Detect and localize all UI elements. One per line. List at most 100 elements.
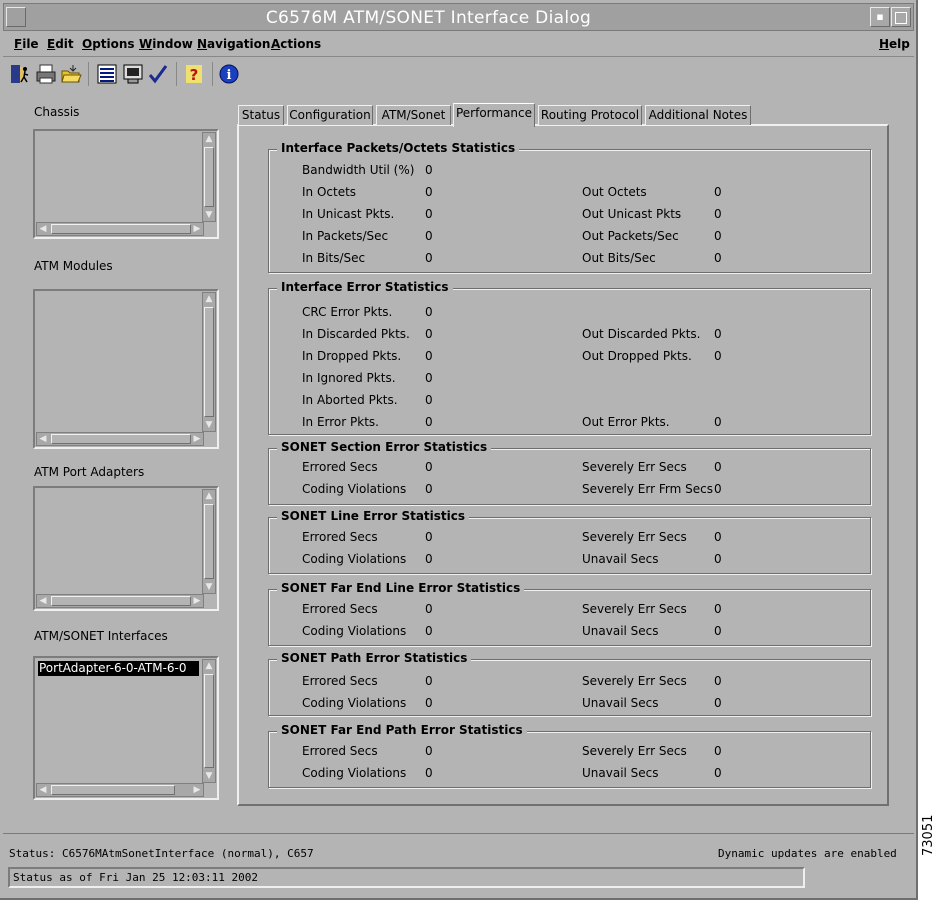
scroll-left-icon[interactable]: ◀ (37, 433, 49, 445)
atm-modules-list[interactable]: ▲ ▼ ◀ ▶ (33, 289, 219, 449)
stat-label: Severely Err Secs (582, 602, 687, 616)
stat-label: Coding Violations (302, 766, 407, 780)
menu-help[interactable]: Help (879, 37, 910, 51)
modules-vscroll[interactable]: ▲ ▼ (202, 292, 216, 432)
scroll-thumb[interactable] (51, 224, 191, 234)
print-button[interactable] (34, 62, 58, 86)
atm-sonet-interfaces-list[interactable]: PortAdapter-6-0-ATM-6-0 ▲ ▼ ◀ ▶ (33, 656, 219, 800)
scroll-up-icon[interactable]: ▲ (203, 133, 215, 145)
stat-label: In Aborted Pkts. (302, 393, 398, 407)
interfaces-hscroll[interactable]: ◀ ▶ (36, 783, 204, 797)
menu-actions[interactable]: Actions (271, 37, 321, 51)
stat-value: 0 (425, 207, 433, 221)
monitor-button[interactable] (121, 62, 145, 86)
stat-value: 0 (714, 766, 722, 780)
print-icon (36, 64, 56, 84)
open-folder-button[interactable] (59, 62, 83, 86)
scroll-up-icon[interactable]: ▲ (203, 660, 215, 672)
group-title: Interface Packets/Octets Statistics (277, 141, 520, 155)
minimize-button[interactable]: ▪ (870, 7, 890, 27)
open-folder-icon (61, 65, 82, 83)
scroll-left-icon[interactable]: ◀ (37, 784, 49, 796)
scroll-right-icon[interactable]: ▶ (191, 433, 203, 445)
menu-file[interactable]: File (14, 37, 39, 51)
menu-navigation[interactable]: Navigation (197, 37, 270, 51)
stat-value: 0 (425, 460, 433, 474)
exit-button[interactable] (8, 62, 32, 86)
stat-value: 0 (425, 766, 433, 780)
tab-routing-protocol[interactable]: Routing Protocol (538, 105, 642, 125)
figure-id: 73051 (921, 814, 936, 856)
help-button[interactable]: ? (182, 62, 206, 86)
stat-label: Unavail Secs (582, 696, 659, 710)
info-button[interactable]: i (217, 62, 241, 86)
stat-label: Out Packets/Sec (582, 229, 679, 243)
scroll-right-icon[interactable]: ▶ (191, 223, 203, 235)
tab-atm-sonet[interactable]: ATM/Sonet (376, 105, 451, 125)
menu-options[interactable]: Options (82, 37, 135, 51)
adapters-hscroll[interactable]: ◀ ▶ (36, 594, 204, 608)
menu-bar: File Edit Options Window Navigation Acti… (3, 33, 914, 57)
stat-label: Out Octets (582, 185, 647, 199)
stat-label: Out Error Pkts. (582, 415, 670, 429)
scroll-thumb[interactable] (204, 674, 214, 768)
chassis-vscroll[interactable]: ▲ ▼ (202, 132, 216, 222)
stat-label: Unavail Secs (582, 552, 659, 566)
stat-label: In Error Pkts. (302, 415, 379, 429)
stat-label: Out Unicast Pkts (582, 207, 682, 221)
exit-icon (11, 65, 29, 83)
scroll-down-icon[interactable]: ▼ (203, 419, 215, 431)
modules-hscroll[interactable]: ◀ ▶ (36, 432, 204, 446)
scroll-left-icon[interactable]: ◀ (37, 595, 49, 607)
stat-label: In Octets (302, 185, 357, 199)
menu-window[interactable]: Window (139, 37, 193, 51)
scroll-thumb[interactable] (51, 596, 191, 606)
stat-label: Coding Violations (302, 552, 407, 566)
scroll-right-icon[interactable]: ▶ (191, 784, 203, 796)
stat-value: 0 (714, 624, 722, 638)
scroll-right-icon[interactable]: ▶ (191, 595, 203, 607)
stat-label: In Discarded Pkts. (302, 327, 410, 341)
scroll-up-icon[interactable]: ▲ (203, 490, 215, 502)
tab-additional-notes[interactable]: Additional Notes (645, 105, 751, 125)
stat-value: 0 (425, 371, 433, 385)
list-view-button[interactable] (95, 62, 119, 86)
scroll-thumb[interactable] (204, 504, 214, 579)
group-title: SONET Line Error Statistics (277, 509, 470, 523)
title-bar[interactable]: C6576M ATM/SONET Interface Dialog ▪ (3, 3, 914, 31)
stat-value: 0 (714, 602, 722, 616)
maximize-button[interactable] (891, 7, 911, 27)
stat-value: 0 (425, 552, 433, 566)
tab-performance[interactable]: Performance (453, 103, 535, 127)
scroll-down-icon[interactable]: ▼ (203, 209, 215, 221)
stat-label: Unavail Secs (582, 766, 659, 780)
atm-port-adapters-list[interactable]: ▲ ▼ ◀ ▶ (33, 486, 219, 611)
dialog-window: C6576M ATM/SONET Interface Dialog ▪ File… (0, 0, 918, 900)
interfaces-vscroll[interactable]: ▲ ▼ (202, 659, 216, 783)
scroll-up-icon[interactable]: ▲ (203, 293, 215, 305)
chassis-list[interactable]: ▲ ▼ ◀ ▶ (33, 129, 219, 239)
scroll-thumb[interactable] (51, 434, 191, 444)
atm-modules-label: ATM Modules (34, 259, 113, 273)
stat-value: 0 (425, 305, 433, 319)
stat-value: 0 (714, 674, 722, 688)
group-title: SONET Path Error Statistics (277, 651, 472, 665)
stat-label: Coding Violations (302, 624, 407, 638)
chassis-label: Chassis (34, 105, 80, 119)
adapters-vscroll[interactable]: ▲ ▼ (202, 489, 216, 594)
stat-label: Errored Secs (302, 602, 378, 616)
help-question-icon: ? (186, 65, 202, 84)
menu-edit[interactable]: Edit (47, 37, 74, 51)
tab-configuration[interactable]: Configuration (287, 105, 373, 125)
scroll-thumb[interactable] (204, 147, 214, 207)
scroll-down-icon[interactable]: ▼ (203, 581, 215, 593)
scroll-left-icon[interactable]: ◀ (37, 223, 49, 235)
scroll-thumb[interactable] (204, 307, 214, 417)
check-button[interactable] (146, 62, 170, 86)
scroll-thumb[interactable] (51, 785, 175, 795)
chassis-hscroll[interactable]: ◀ ▶ (36, 222, 204, 236)
tab-status[interactable]: Status (238, 105, 284, 125)
list-item-selected[interactable]: PortAdapter-6-0-ATM-6-0 (38, 661, 199, 676)
stats-group: SONET Section Error Statistics (268, 440, 871, 505)
scroll-down-icon[interactable]: ▼ (203, 770, 215, 782)
